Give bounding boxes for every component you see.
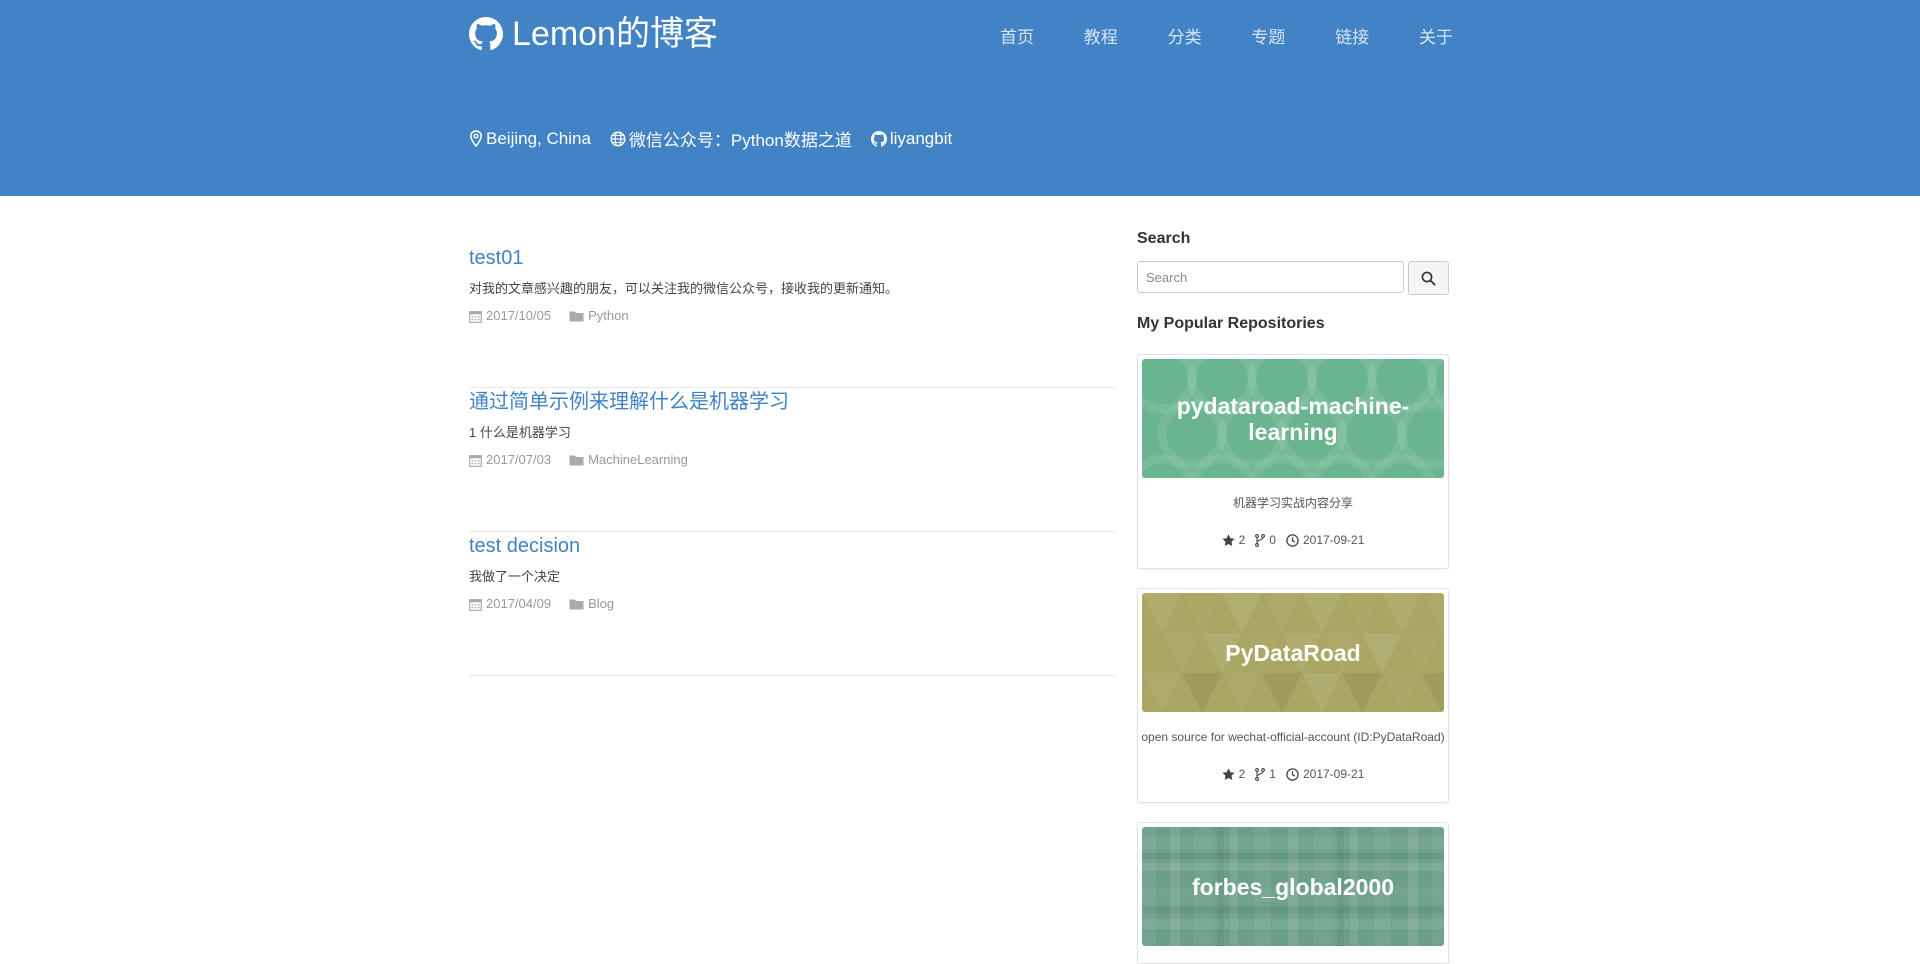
repo-banner[interactable]: pydataroad-machine-learning <box>1142 359 1444 478</box>
post-meta: 2017/10/05 Python <box>469 307 1116 325</box>
location-text: Beijing, China <box>486 128 591 148</box>
calendar-icon <box>469 454 482 467</box>
repo-banner[interactable]: PyDataRoad <box>1142 593 1444 712</box>
globe-icon <box>610 130 626 147</box>
folder-icon <box>569 599 584 610</box>
post-date-text: 2017/10/05 <box>486 308 552 323</box>
post-date: 2017/07/03 <box>469 451 551 469</box>
repo-name: forbes_global2000 <box>1192 873 1394 900</box>
post-excerpt: 1 什么是机器学习 <box>469 425 571 440</box>
post-meta: 2017/04/09 Blog <box>469 595 1116 613</box>
author-info: Beijing, China 微信公众号：Python数据之道 liyangbi… <box>469 126 971 151</box>
folder-icon <box>569 455 584 466</box>
repo-stars: 2 <box>1222 533 1246 547</box>
repo-updated: 2017-09-21 <box>1286 533 1364 547</box>
post-item: test01 对我的文章感兴趣的朋友，可以关注我的微信公众号，接收我的更新通知。… <box>469 244 1116 388</box>
post-date-text: 2017/04/09 <box>486 596 552 611</box>
repo-stats: 2 1 2017-09-21 <box>1138 767 1448 781</box>
repo-updated-date: 2017-09-21 <box>1302 767 1365 781</box>
post-title[interactable]: 通过简单示例来理解什么是机器学习 <box>469 388 1116 415</box>
clock-icon <box>1286 767 1299 781</box>
nav-categories[interactable]: 分类 <box>1168 26 1202 50</box>
search-button[interactable] <box>1407 261 1449 295</box>
repo-description: 机器学习实战内容分享 <box>1232 496 1353 510</box>
github-item[interactable]: liyangbit <box>870 128 953 149</box>
repo-updated-date: 2017-09-21 <box>1302 533 1365 547</box>
wechat-text: 微信公众号：Python数据之道 <box>628 131 852 150</box>
post-item: 通过简单示例来理解什么是机器学习 1 什么是机器学习 2017/07/03 Ma… <box>469 388 1116 532</box>
repo-description: open source for wechat-official-account … <box>1141 730 1445 744</box>
folder-icon <box>569 311 584 322</box>
fork-icon <box>1255 767 1266 781</box>
star-icon <box>1222 534 1235 546</box>
search-heading: Search <box>1137 230 1191 247</box>
post-category[interactable]: Python <box>569 307 629 325</box>
repo-name: PyDataRoad <box>1225 639 1361 666</box>
nav-links[interactable]: 链接 <box>1335 26 1369 50</box>
sidebar: Search My Popular Repositories pydataroa… <box>1137 226 1449 964</box>
post-list: test01 对我的文章感兴趣的朋友，可以关注我的微信公众号，接收我的更新通知。… <box>469 244 1116 676</box>
post-title[interactable]: test01 <box>469 244 1116 271</box>
github-username: liyangbit <box>889 128 953 148</box>
nav-tutorials[interactable]: 教程 <box>1084 26 1118 50</box>
repo-banner[interactable]: forbes_global2000 <box>1142 827 1444 946</box>
search-input[interactable] <box>1137 261 1404 293</box>
wechat-item[interactable]: 微信公众号：Python数据之道 <box>610 126 852 151</box>
repo-card: forbes_global2000 <box>1137 822 1449 964</box>
post-date-text: 2017/07/03 <box>486 452 552 467</box>
location-item: Beijing, China <box>469 129 591 149</box>
post-meta: 2017/07/03 MachineLearning <box>469 451 1116 469</box>
repo-forks-count: 1 <box>1269 767 1276 781</box>
site-title: Lemon的博客 <box>512 15 718 53</box>
post-category-text: Python <box>588 308 629 323</box>
repo-forks: 1 <box>1255 767 1276 781</box>
repo-card: PyDataRoad open source for wechat-offici… <box>1137 588 1449 803</box>
calendar-icon <box>469 310 482 323</box>
post-date: 2017/10/05 <box>469 307 551 325</box>
github-icon <box>870 130 887 147</box>
main-nav: 首页 教程 分类 专题 链接 关于 <box>1000 26 1453 50</box>
repos-heading: My Popular Repositories <box>1137 315 1325 332</box>
clock-icon <box>1286 533 1299 547</box>
star-icon <box>1222 768 1235 780</box>
site-brand[interactable]: Lemon的博客 <box>469 14 718 54</box>
repo-stars: 2 <box>1222 767 1246 781</box>
post-excerpt: 我做了一个决定 <box>469 569 561 584</box>
search-icon <box>1421 271 1436 286</box>
nav-home[interactable]: 首页 <box>1000 26 1034 50</box>
nav-about[interactable]: 关于 <box>1419 26 1453 50</box>
post-date: 2017/04/09 <box>469 595 551 613</box>
repo-stars-count: 2 <box>1238 767 1246 781</box>
post-category-text: MachineLearning <box>588 452 688 467</box>
post-item: test decision 我做了一个决定 2017/04/09 Blog <box>469 532 1116 676</box>
post-title[interactable]: test decision <box>469 532 1116 559</box>
post-category-text: Blog <box>588 596 615 611</box>
repo-forks: 0 <box>1255 533 1276 547</box>
repo-name: pydataroad-machine-learning <box>1176 392 1410 445</box>
repo-stats: 2 0 2017-09-21 <box>1138 533 1448 547</box>
post-excerpt: 对我的文章感兴趣的朋友，可以关注我的微信公众号，接收我的更新通知。 <box>469 281 899 296</box>
repo-stars-count: 2 <box>1238 533 1246 547</box>
nav-topics[interactable]: 专题 <box>1251 26 1285 50</box>
github-icon <box>469 17 503 51</box>
repo-forks-count: 0 <box>1269 533 1276 547</box>
calendar-icon <box>469 598 482 611</box>
repo-card: pydataroad-machine-learning 机器学习实战内容分享 2… <box>1137 354 1449 569</box>
search-form <box>1137 261 1449 295</box>
post-category[interactable]: Blog <box>569 595 614 613</box>
map-marker-icon <box>470 130 482 147</box>
repo-updated: 2017-09-21 <box>1286 767 1364 781</box>
fork-icon <box>1255 533 1266 547</box>
post-category[interactable]: MachineLearning <box>569 451 688 469</box>
site-header: Lemon的博客 首页 教程 分类 专题 链接 关于 Beijing, Chin… <box>0 0 1920 196</box>
